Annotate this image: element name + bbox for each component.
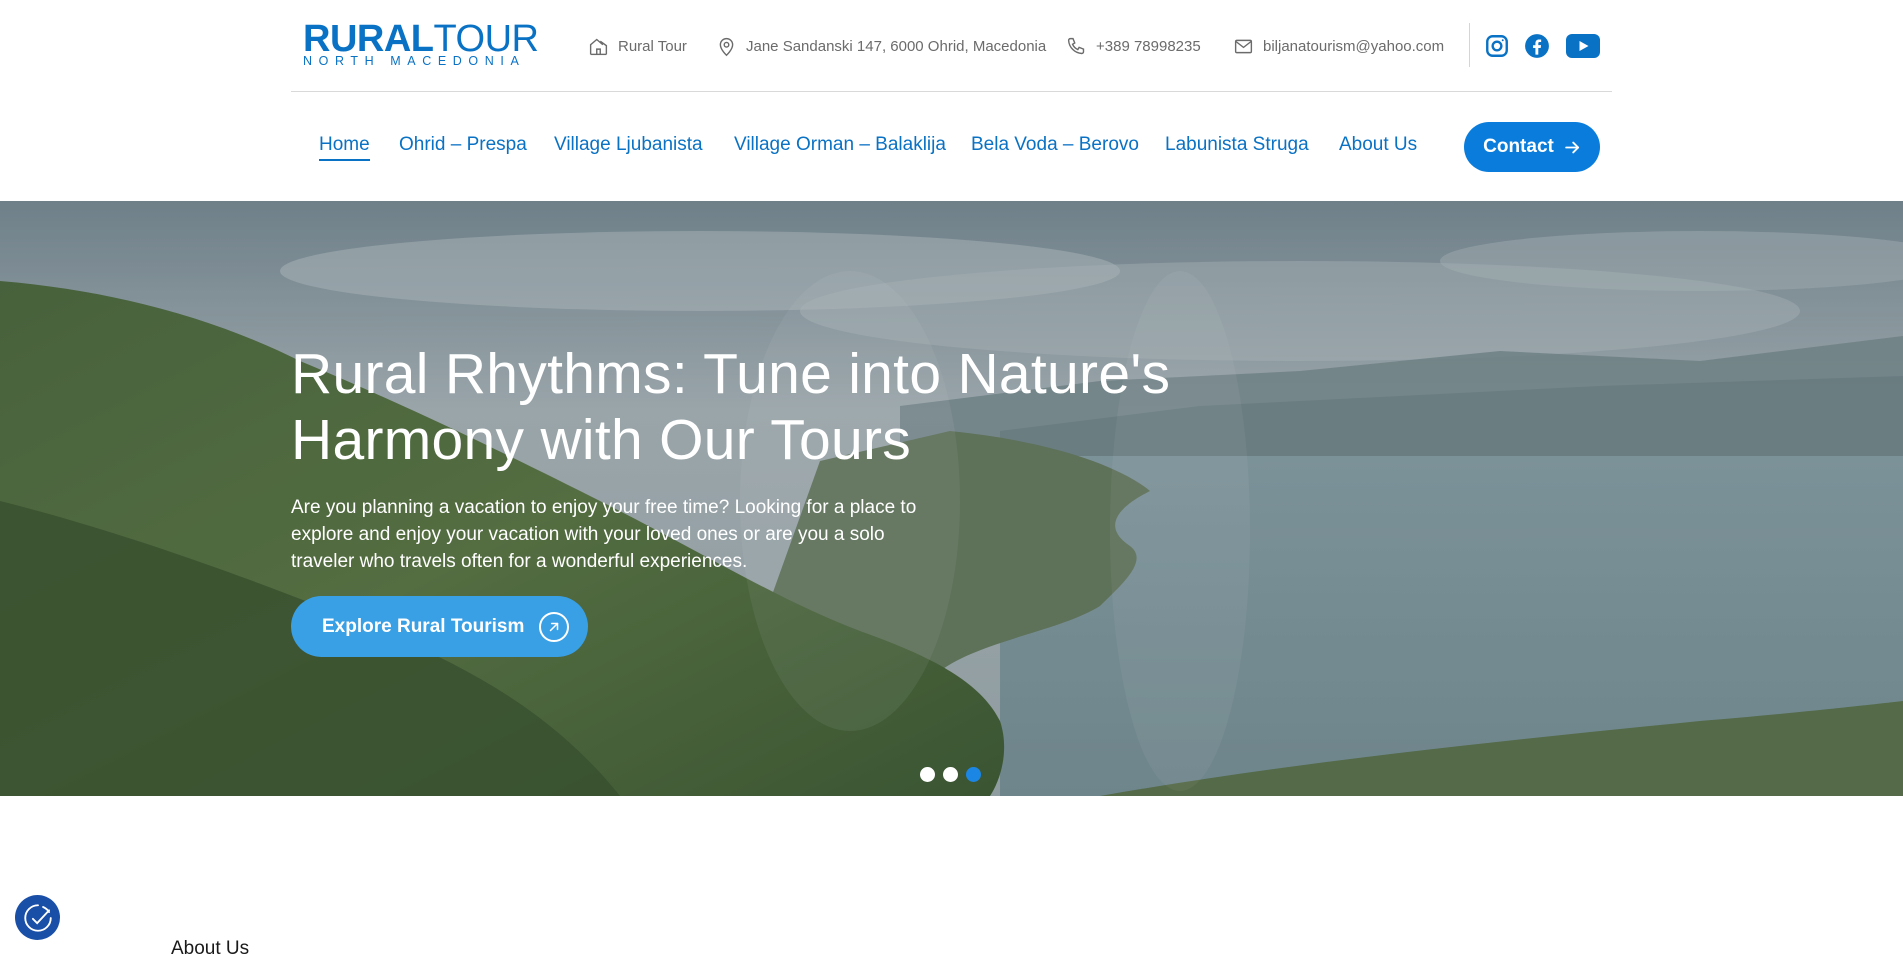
nav-home[interactable]: Home bbox=[319, 133, 370, 161]
envelope-icon bbox=[1234, 39, 1253, 53]
nav-labunista-struga[interactable]: Labunista Struga bbox=[1165, 133, 1309, 157]
nav-ohrid-prespa[interactable]: Ohrid – Prespa bbox=[399, 133, 527, 157]
phone-icon bbox=[1067, 37, 1085, 54]
facebook-link[interactable] bbox=[1522, 31, 1552, 61]
slider-dot-1[interactable] bbox=[920, 767, 935, 782]
contact-button[interactable]: Contact bbox=[1464, 122, 1600, 172]
slider-dot-3[interactable] bbox=[966, 767, 981, 782]
section-label: About Us bbox=[171, 938, 250, 955]
instagram-link[interactable] bbox=[1482, 31, 1512, 61]
youtube-icon bbox=[1566, 34, 1600, 58]
contact-label: Contact bbox=[1483, 136, 1554, 157]
home-icon bbox=[589, 38, 608, 55]
company-name: Rural Tour bbox=[618, 37, 687, 55]
address-text: Jane Sandanski 147, 6000 Ohrid, Macedoni… bbox=[746, 37, 1047, 55]
location-pin-icon bbox=[719, 37, 734, 56]
arrow-right-icon bbox=[1565, 141, 1579, 153]
instagram-icon bbox=[1486, 35, 1508, 57]
nav-village-ljubanista[interactable]: Village Ljubanista bbox=[554, 133, 703, 157]
explore-rural-tourism-button[interactable]: Explore Rural Tourism bbox=[291, 596, 588, 657]
youtube-link[interactable] bbox=[1564, 31, 1602, 61]
phone-text[interactable]: +389 78998235 bbox=[1096, 38, 1201, 55]
logo[interactable]: RURALTOUR NORTH MACEDONIA bbox=[303, 20, 553, 70]
nav-village-orman-balaklija[interactable]: Village Orman – Balaklija bbox=[734, 133, 946, 157]
nav-about-us[interactable]: About Us bbox=[1339, 133, 1417, 157]
email-text[interactable]: biljanatourism@yahoo.com bbox=[1263, 38, 1444, 55]
slider-dots bbox=[920, 767, 981, 782]
hero-title: Rural Rhythms: Tune into Nature's Harmon… bbox=[291, 342, 1171, 472]
slider-dot-2[interactable] bbox=[943, 767, 958, 782]
explore-button-label: Explore Rural Tourism bbox=[322, 615, 525, 637]
address-info: Jane Sandanski 147, 6000 Ohrid, Macedoni… bbox=[716, 34, 1046, 58]
nav-bela-voda-berovo[interactable]: Bela Voda – Berovo bbox=[971, 133, 1139, 157]
company-info: Rural Tour bbox=[588, 34, 687, 58]
hero-description: Are you planning a vacation to enjoy you… bbox=[291, 497, 917, 572]
arrow-up-right-icon bbox=[539, 611, 570, 642]
top-bar: RURALTOUR NORTH MACEDONIA Rural Tour Jan… bbox=[291, 0, 1612, 92]
hero-overlay bbox=[0, 201, 1903, 796]
logo-subtitle: NORTH MACEDONIA bbox=[303, 54, 526, 68]
email-info[interactable]: biljanatourism@yahoo.com bbox=[1233, 34, 1444, 58]
phone-info[interactable]: +389 78998235 bbox=[1066, 34, 1201, 58]
facebook-icon bbox=[1525, 34, 1549, 58]
divider bbox=[1469, 23, 1470, 67]
hero-slider: Rural Rhythms: Tune into Nature's Harmon… bbox=[0, 201, 1903, 796]
accessibility-icon bbox=[23, 903, 52, 932]
main-nav: Home Ohrid – Prespa Village Ljubanista V… bbox=[291, 93, 1612, 201]
accessibility-button[interactable] bbox=[15, 895, 60, 940]
